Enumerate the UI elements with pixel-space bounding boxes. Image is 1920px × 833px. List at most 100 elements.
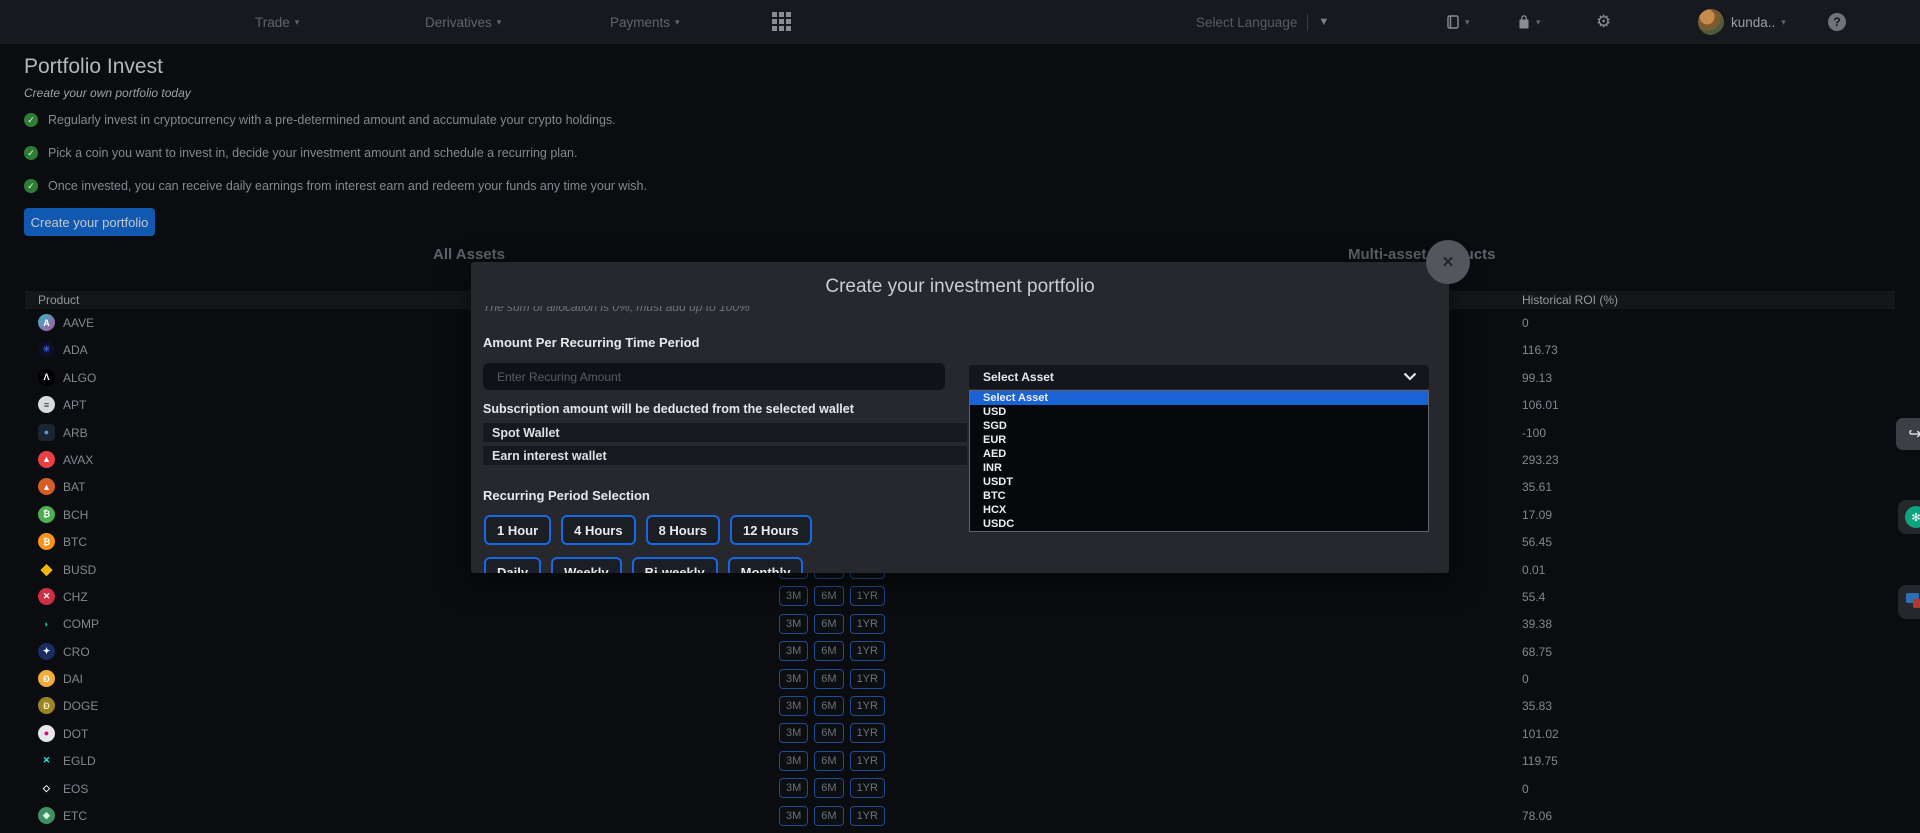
- asset-option-usd[interactable]: USD: [970, 405, 1428, 419]
- table-row-eos[interactable]: ◇EOS3M6M1YR0: [25, 775, 1895, 802]
- asset-option-sgd[interactable]: SGD: [970, 419, 1428, 433]
- asset-option-select-asset[interactable]: Select Asset: [970, 391, 1428, 405]
- table-row-etc[interactable]: ◆ETC3M6M1YR78.06: [25, 802, 1895, 829]
- share-widget-button[interactable]: ↪: [1896, 418, 1920, 450]
- roi-period-1yr-button[interactable]: 1YR: [850, 751, 885, 771]
- orders-menu[interactable]: ▾: [1516, 0, 1541, 44]
- allocation-note-clip: The sum of allocation is 0%, must add up…: [483, 306, 983, 318]
- roi-period-1yr-button[interactable]: 1YR: [850, 614, 885, 634]
- bat-coin-icon: ▲: [38, 478, 55, 495]
- roi-value: 68.75: [1522, 645, 1552, 659]
- nav-menu-derivatives[interactable]: Derivatives▾: [425, 0, 501, 44]
- divider: [1307, 14, 1308, 31]
- nav-menu-trade[interactable]: Trade▾: [255, 0, 299, 44]
- page-subtitle: Create your own portfolio today: [24, 86, 191, 100]
- asset-option-btc[interactable]: BTC: [970, 489, 1428, 503]
- roi-period-6m-button[interactable]: 6M: [814, 586, 843, 606]
- roi-value: 39.38: [1522, 617, 1552, 631]
- roi-period-6m-button[interactable]: 6M: [814, 614, 843, 634]
- busd-coin-icon: ◆: [38, 561, 55, 578]
- roi-period-3m-button[interactable]: 3M: [779, 669, 808, 689]
- coin-symbol: BCH: [63, 508, 88, 522]
- asset-select[interactable]: Select Asset: [969, 365, 1429, 389]
- asset-option-eur[interactable]: EUR: [970, 433, 1428, 447]
- create-portfolio-button[interactable]: Create your portfolio: [24, 208, 155, 236]
- user-menu[interactable]: kunda.. ▾: [1731, 0, 1786, 44]
- roi-period-6m-button[interactable]: 6M: [814, 696, 843, 716]
- roi-period-3m-button[interactable]: 3M: [779, 751, 808, 771]
- period-8-hours-button[interactable]: 8 Hours: [646, 515, 720, 545]
- avax-coin-icon: ▲: [38, 451, 55, 468]
- roi-period-buttons: 3M 6M 1YR: [779, 778, 885, 798]
- nav-menu-payments[interactable]: Payments▾: [610, 0, 680, 44]
- product-column-header: Product: [38, 293, 79, 307]
- chat-widget-button[interactable]: [1898, 585, 1920, 619]
- roi-period-1yr-button[interactable]: 1YR: [850, 696, 885, 716]
- help-icon[interactable]: ?: [1828, 13, 1846, 31]
- roi-period-6m-button[interactable]: 6M: [814, 778, 843, 798]
- asset-option-usdc[interactable]: USDC: [970, 517, 1428, 531]
- roi-period-6m-button[interactable]: 6M: [814, 723, 843, 743]
- assistant-widget-button[interactable]: ✻: [1898, 500, 1920, 534]
- table-row-dot[interactable]: ●DOT3M6M1YR101.02: [25, 720, 1895, 747]
- period-4-hours-button[interactable]: 4 Hours: [561, 515, 635, 545]
- period-1-hour-button[interactable]: 1 Hour: [484, 515, 551, 545]
- wallet-option-earn[interactable]: Earn interest wallet: [483, 446, 967, 465]
- asset-option-hcx[interactable]: HCX: [970, 503, 1428, 517]
- chz-coin-icon: ✕: [38, 588, 55, 605]
- roi-period-1yr-button[interactable]: 1YR: [850, 778, 885, 798]
- roi-period-6m-button[interactable]: 6M: [814, 641, 843, 661]
- share-arrow-icon: ↪: [1908, 426, 1920, 443]
- table-row-dai[interactable]: ÐDAI3M6M1YR0: [25, 665, 1895, 692]
- modal-close-button[interactable]: ✕: [1426, 240, 1470, 284]
- roi-period-1yr-button[interactable]: 1YR: [850, 641, 885, 661]
- eos-coin-icon: ◇: [38, 780, 55, 797]
- roi-value: -100: [1522, 426, 1546, 440]
- table-row-egld[interactable]: ✕EGLD3M6M1YR119.75: [25, 747, 1895, 774]
- amount-label: Amount Per Recurring Time Period: [483, 335, 699, 350]
- roi-period-buttons: 3M 6M 1YR: [779, 641, 885, 661]
- assistant-icon: ✻: [1905, 506, 1920, 528]
- table-row-cro[interactable]: ✦CRO3M6M1YR68.75: [25, 638, 1895, 665]
- asset-option-aed[interactable]: AED: [970, 447, 1428, 461]
- roi-period-3m-button[interactable]: 3M: [779, 806, 808, 826]
- recurring-amount-input[interactable]: [483, 363, 945, 390]
- roi-period-1yr-button[interactable]: 1YR: [850, 723, 885, 743]
- coin-symbol: ETC: [63, 809, 87, 823]
- table-row-chz[interactable]: ✕CHZ3M6M1YR55.4: [25, 583, 1895, 610]
- settings-button[interactable]: ⚙: [1596, 0, 1611, 44]
- roi-period-3m-button[interactable]: 3M: [779, 586, 808, 606]
- language-selector[interactable]: Select Language ▼: [1196, 0, 1329, 44]
- asset-option-usdt[interactable]: USDT: [970, 475, 1428, 489]
- wallet-option-spot[interactable]: Spot Wallet: [483, 423, 967, 442]
- avatar[interactable]: [1698, 9, 1724, 35]
- apps-grid-icon[interactable]: [772, 12, 792, 32]
- period-12-hours-button[interactable]: 12 Hours: [730, 515, 812, 545]
- roi-period-1yr-button[interactable]: 1YR: [850, 669, 885, 689]
- period-daily-button[interactable]: Daily: [484, 557, 541, 573]
- roi-period-3m-button[interactable]: 3M: [779, 614, 808, 634]
- roi-period-3m-button[interactable]: 3M: [779, 641, 808, 661]
- table-row-doge[interactable]: ÐDOGE3M6M1YR35.83: [25, 692, 1895, 719]
- bullet-text: Pick a coin you want to invest in, decid…: [48, 146, 577, 160]
- period-bi-weekly-button[interactable]: Bi-weekly: [632, 557, 718, 573]
- bag-icon: [1516, 14, 1532, 31]
- roi-period-6m-button[interactable]: 6M: [814, 806, 843, 826]
- roi-period-1yr-button[interactable]: 1YR: [850, 806, 885, 826]
- roi-period-3m-button[interactable]: 3M: [779, 723, 808, 743]
- wallet-menu[interactable]: ▾: [1445, 0, 1470, 44]
- roi-value: 0: [1522, 316, 1529, 330]
- roi-period-3m-button[interactable]: 3M: [779, 778, 808, 798]
- all-assets-heading: All Assets: [433, 246, 505, 263]
- asset-option-inr[interactable]: INR: [970, 461, 1428, 475]
- roi-period-1yr-button[interactable]: 1YR: [850, 586, 885, 606]
- roi-period-6m-button[interactable]: 6M: [814, 669, 843, 689]
- period-monthly-button[interactable]: Monthly: [728, 557, 804, 573]
- period-weekly-button[interactable]: Weekly: [551, 557, 622, 573]
- algo-coin-icon: Λ: [38, 369, 55, 386]
- table-row-comp[interactable]: ◗COMP3M6M1YR39.38: [25, 610, 1895, 637]
- coin-symbol: CHZ: [63, 590, 88, 604]
- roi-period-6m-button[interactable]: 6M: [814, 751, 843, 771]
- roi-period-buttons: 3M 6M 1YR: [779, 669, 885, 689]
- roi-period-3m-button[interactable]: 3M: [779, 696, 808, 716]
